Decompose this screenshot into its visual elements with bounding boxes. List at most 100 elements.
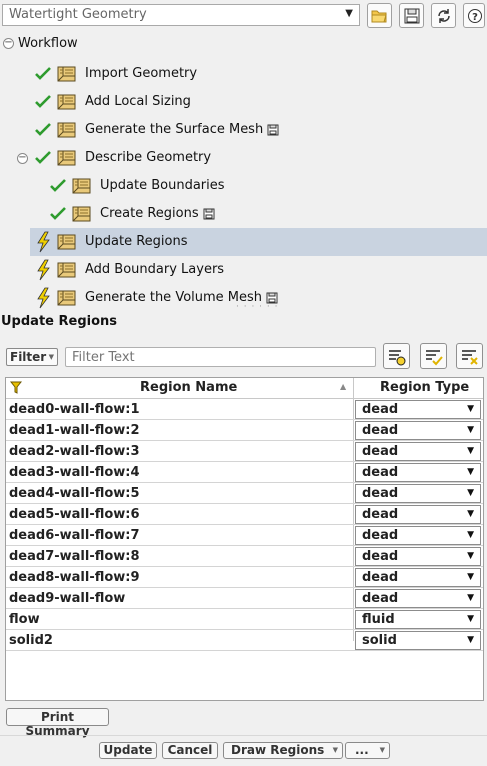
workflow-type-value: Watertight Geometry [9, 7, 147, 22]
workflow-tree: − Workflow Import Geometry Add Local Sizi… [0, 32, 487, 309]
task-label: Add Local Sizing [85, 94, 191, 109]
region-type-value: dead [362, 465, 399, 480]
workflow-task[interactable]: Update Regions [30, 228, 487, 256]
check-list-icon [426, 350, 443, 366]
update-button[interactable]: Update [99, 742, 157, 759]
table-row[interactable]: dead2-wall-flow:3 dead ▼ [6, 441, 483, 462]
workflow-task[interactable]: Import Geometry [0, 60, 487, 88]
region-type-select[interactable]: solid ▼ [355, 631, 481, 650]
table-row[interactable]: dead9-wall-flow dead ▼ [6, 588, 483, 609]
splitter-handle[interactable]: · · · · · · [236, 302, 278, 312]
workflow-task[interactable]: Add Boundary Layers [0, 256, 487, 284]
task-label: Add Boundary Layers [85, 262, 224, 277]
region-name-cell: dead3-wall-flow:4 [9, 465, 140, 480]
filter-dropdown[interactable]: Filter ▼ [6, 348, 58, 366]
column-header-region-type[interactable]: Region Type [380, 380, 469, 395]
check-icon [50, 207, 66, 225]
table-header: Region Name ▲ Region Type [6, 378, 483, 399]
workflow-task[interactable]: Create Regions [0, 200, 487, 228]
chevron-down-icon: ▼ [467, 425, 474, 435]
check-icon [35, 95, 51, 113]
cancel-button[interactable]: Cancel [162, 742, 218, 759]
cad-import-icon [56, 62, 78, 90]
region-type-select[interactable]: dead ▼ [355, 505, 481, 524]
region-type-select[interactable]: fluid ▼ [355, 610, 481, 629]
workflow-task[interactable]: Generate the Surface Mesh [0, 116, 487, 144]
collapse-icon[interactable]: − [3, 38, 14, 49]
region-name-cell: dead0-wall-flow:1 [9, 402, 140, 417]
save-workflow-button[interactable] [399, 3, 424, 28]
pending-bolt-icon [36, 231, 50, 257]
chevron-down-icon: ▼ [332, 746, 338, 754]
sizing-grid-icon [56, 90, 78, 118]
region-name-cell: dead6-wall-flow:7 [9, 528, 140, 543]
chevron-down-icon: ▼ [467, 446, 474, 456]
region-type-select[interactable]: dead ▼ [355, 589, 481, 608]
open-folder-button[interactable] [367, 3, 392, 28]
region-type-select[interactable]: dead ▼ [355, 442, 481, 461]
chevron-down-icon: ▼ [467, 572, 474, 582]
task-label-text: Update Boundaries [100, 178, 225, 193]
chevron-down-icon: ▼ [467, 509, 474, 519]
table-row[interactable]: dead4-wall-flow:5 dead ▼ [6, 483, 483, 504]
select-all-button[interactable] [420, 343, 447, 369]
region-type-value: dead [362, 570, 399, 585]
chevron-down-icon: ▼ [467, 467, 474, 477]
task-label: Create Regions [100, 206, 215, 221]
table-row[interactable]: flow fluid ▼ [6, 609, 483, 630]
collapse-icon[interactable]: − [17, 153, 28, 164]
table-row[interactable]: dead5-wall-flow:6 dead ▼ [6, 504, 483, 525]
region-type-select[interactable]: dead ▼ [355, 526, 481, 545]
filter-text-input[interactable] [65, 347, 376, 367]
region-type-select[interactable]: dead ▼ [355, 484, 481, 503]
column-header-region-name[interactable]: Region Name [140, 380, 237, 395]
table-row[interactable]: dead3-wall-flow:4 dead ▼ [6, 462, 483, 483]
workflow-type-select[interactable]: Watertight Geometry ▼ [2, 4, 360, 26]
boundary-layers-icon [56, 258, 78, 286]
table-row[interactable]: solid2 solid ▼ [6, 630, 483, 651]
workflow-task[interactable]: Add Local Sizing [0, 88, 487, 116]
region-type-value: dead [362, 423, 399, 438]
table-row[interactable]: dead6-wall-flow:7 dead ▼ [6, 525, 483, 546]
sort-ascending-icon[interactable]: ▲ [340, 382, 346, 391]
pending-bolt-icon [36, 287, 50, 313]
region-type-select[interactable]: dead ▼ [355, 421, 481, 440]
task-label: Generate the Surface Mesh [85, 122, 279, 137]
update-boundaries-icon [71, 174, 93, 202]
help-button[interactable]: ? [463, 3, 485, 28]
filter-options-button[interactable] [383, 343, 410, 369]
clear-list-icon [462, 350, 478, 365]
save-icon [404, 8, 420, 24]
workflow-root[interactable]: − Workflow [0, 32, 487, 60]
task-label: Describe Geometry [85, 150, 211, 165]
table-row[interactable]: dead1-wall-flow:2 dead ▼ [6, 420, 483, 441]
more-options-button[interactable]: ... ▼ [345, 742, 390, 759]
region-type-select[interactable]: dead ▼ [355, 568, 481, 587]
column-filter-icon[interactable] [10, 381, 22, 395]
region-name-cell: flow [9, 612, 40, 627]
task-label: Import Geometry [85, 66, 197, 81]
update-regions-icon [56, 230, 78, 258]
check-icon [35, 151, 51, 169]
deselect-all-button[interactable] [456, 343, 483, 369]
workflow-toolbar: Watertight Geometry ▼ ? [0, 0, 487, 32]
region-type-select[interactable]: dead ▼ [355, 400, 481, 419]
table-row[interactable]: dead0-wall-flow:1 dead ▼ [6, 399, 483, 420]
table-row[interactable]: dead7-wall-flow:8 dead ▼ [6, 546, 483, 567]
chevron-down-icon: ▼ [467, 551, 474, 561]
chevron-down-icon: ▼ [467, 488, 474, 498]
chevron-down-icon: ▼ [48, 353, 54, 361]
task-label-text: Add Local Sizing [85, 94, 191, 109]
draw-regions-button[interactable]: Draw Regions ▼ [223, 742, 343, 759]
print-summary-button[interactable]: Print Summary [6, 708, 109, 738]
region-type-select[interactable]: dead ▼ [355, 463, 481, 482]
table-row[interactable]: dead8-wall-flow:9 dead ▼ [6, 567, 483, 588]
task-label-text: Import Geometry [85, 66, 198, 81]
refresh-workflow-button[interactable] [431, 3, 456, 28]
open-folder-icon [371, 10, 387, 23]
region-name-cell: dead8-wall-flow:9 [9, 570, 140, 585]
workflow-task[interactable]: Update Boundaries [0, 172, 487, 200]
filter-list-icon [389, 350, 406, 366]
region-type-select[interactable]: dead ▼ [355, 547, 481, 566]
workflow-task[interactable]: − Describe Geometry [0, 144, 487, 172]
